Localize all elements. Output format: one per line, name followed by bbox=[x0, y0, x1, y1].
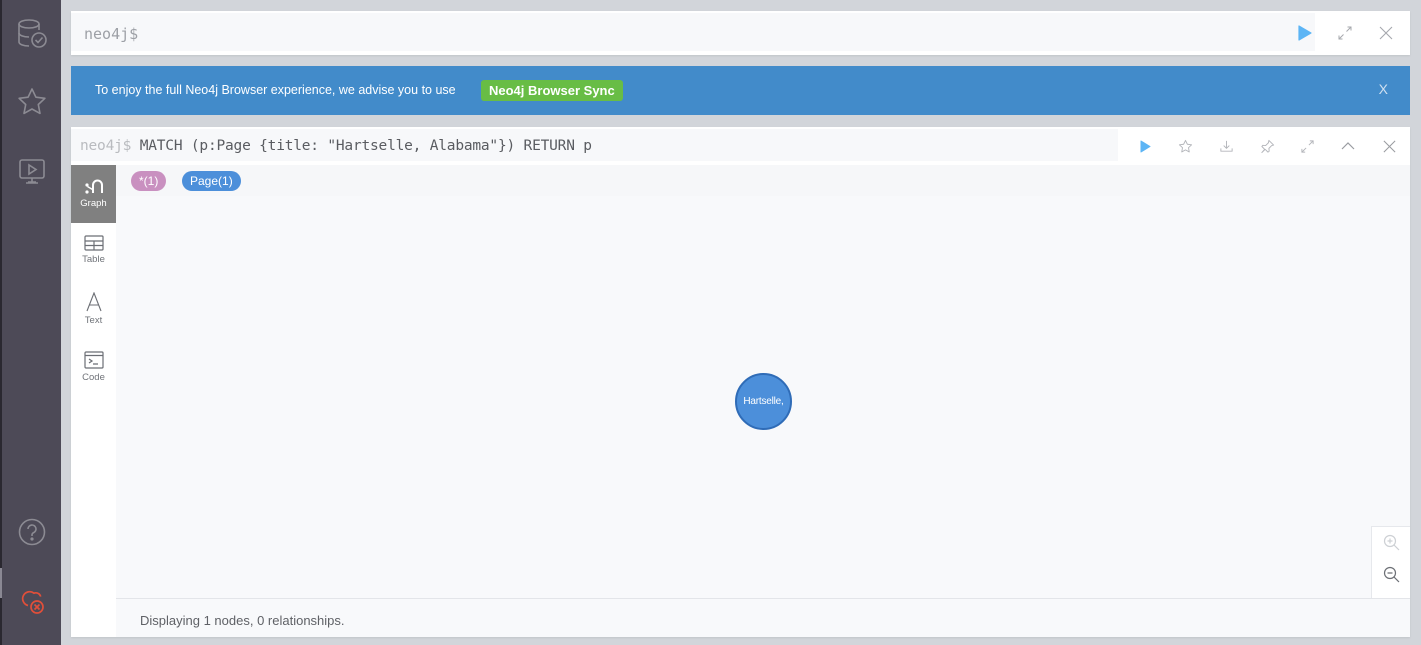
chevron-up-icon bbox=[1341, 142, 1355, 150]
tab-text-label: Text bbox=[84, 315, 103, 326]
banner-close-button[interactable]: X bbox=[1379, 81, 1388, 97]
expand-icon bbox=[1300, 139, 1314, 153]
star-icon bbox=[1178, 139, 1192, 152]
download-icon bbox=[1219, 140, 1233, 152]
result-fullscreen-button[interactable] bbox=[1292, 131, 1322, 161]
rerun-button[interactable] bbox=[1130, 131, 1160, 161]
result-prompt: neo4j$ bbox=[80, 138, 132, 154]
nav-sync[interactable] bbox=[2, 576, 61, 626]
result-query: neo4j$ MATCH (p:Page {title: "Hartselle,… bbox=[80, 138, 592, 154]
zoom-controls bbox=[1371, 526, 1410, 598]
zoom-out-icon bbox=[1383, 566, 1400, 583]
status-text: Displaying 1 nodes, 0 relationships. bbox=[140, 613, 345, 628]
graph-icon bbox=[84, 179, 103, 194]
pin-icon bbox=[1260, 139, 1274, 153]
tab-table[interactable]: Table bbox=[71, 227, 116, 285]
collapse-button[interactable] bbox=[1333, 131, 1363, 161]
nav-favorites[interactable] bbox=[2, 77, 61, 127]
star-icon bbox=[17, 88, 46, 115]
banner-message: To enjoy the full Neo4j Browser experien… bbox=[95, 83, 456, 97]
zoom-in-icon bbox=[1383, 534, 1400, 551]
editor-close-button[interactable] bbox=[1371, 18, 1401, 48]
view-tabs: Graph Table Text Code bbox=[71, 165, 116, 637]
status-bar: Displaying 1 nodes, 0 relationships. bbox=[116, 598, 1410, 637]
editor-prompt: neo4j$ bbox=[84, 25, 139, 43]
tab-graph[interactable]: Graph bbox=[71, 165, 116, 223]
close-icon bbox=[1379, 26, 1393, 40]
editor-frame: neo4j$ bbox=[71, 11, 1410, 55]
favorite-button[interactable] bbox=[1170, 131, 1200, 161]
table-icon bbox=[83, 235, 104, 251]
tab-graph-label: Graph bbox=[80, 198, 107, 209]
nav-guides[interactable] bbox=[2, 147, 61, 197]
editor-run-button[interactable] bbox=[1290, 18, 1320, 48]
label-pill-page[interactable]: Page(1) bbox=[182, 171, 241, 191]
labels-bar: *(1) Page(1) bbox=[116, 165, 1410, 196]
result-query-bar[interactable]: neo4j$ MATCH (p:Page {title: "Hartselle,… bbox=[71, 129, 1118, 161]
editor-fullscreen-button[interactable] bbox=[1330, 18, 1360, 48]
help-icon bbox=[18, 518, 45, 546]
text-icon bbox=[85, 292, 102, 312]
result-frame: neo4j$ MATCH (p:Page {title: "Hartselle,… bbox=[71, 127, 1410, 637]
play-icon bbox=[1140, 140, 1150, 152]
code-icon bbox=[83, 351, 104, 369]
pin-button[interactable] bbox=[1252, 131, 1282, 161]
expand-icon bbox=[1338, 26, 1352, 40]
monitor-play-icon bbox=[18, 159, 45, 184]
play-icon bbox=[1298, 25, 1312, 41]
nav-help[interactable] bbox=[2, 507, 61, 557]
close-icon bbox=[1383, 140, 1395, 152]
cloud-disconnected-icon bbox=[21, 590, 44, 614]
result-close-button[interactable] bbox=[1374, 131, 1404, 161]
zoom-in-button[interactable] bbox=[1382, 533, 1402, 553]
download-button[interactable] bbox=[1211, 131, 1241, 161]
left-nav bbox=[0, 0, 61, 645]
editor-input[interactable]: neo4j$ bbox=[71, 13, 1315, 51]
tab-code-label: Code bbox=[82, 372, 105, 383]
tab-text[interactable]: Text bbox=[71, 285, 116, 343]
graph-canvas[interactable]: *(1) Page(1) Hartselle, bbox=[116, 165, 1410, 598]
node-caption: Hartselle, bbox=[743, 396, 784, 407]
tab-table-label: Table bbox=[82, 254, 105, 265]
sync-banner: To enjoy the full Neo4j Browser experien… bbox=[71, 66, 1410, 115]
database-check-icon bbox=[17, 19, 47, 48]
graph-node[interactable]: Hartselle, bbox=[735, 373, 792, 430]
zoom-out-button[interactable] bbox=[1382, 565, 1402, 585]
browser-sync-button[interactable]: Neo4j Browser Sync bbox=[481, 80, 623, 101]
nav-database[interactable] bbox=[2, 8, 61, 58]
tab-code[interactable]: Code bbox=[71, 343, 116, 401]
label-pill-all[interactable]: *(1) bbox=[131, 171, 167, 191]
query-text: MATCH (p:Page {title: "Hartselle, Alabam… bbox=[131, 138, 592, 154]
